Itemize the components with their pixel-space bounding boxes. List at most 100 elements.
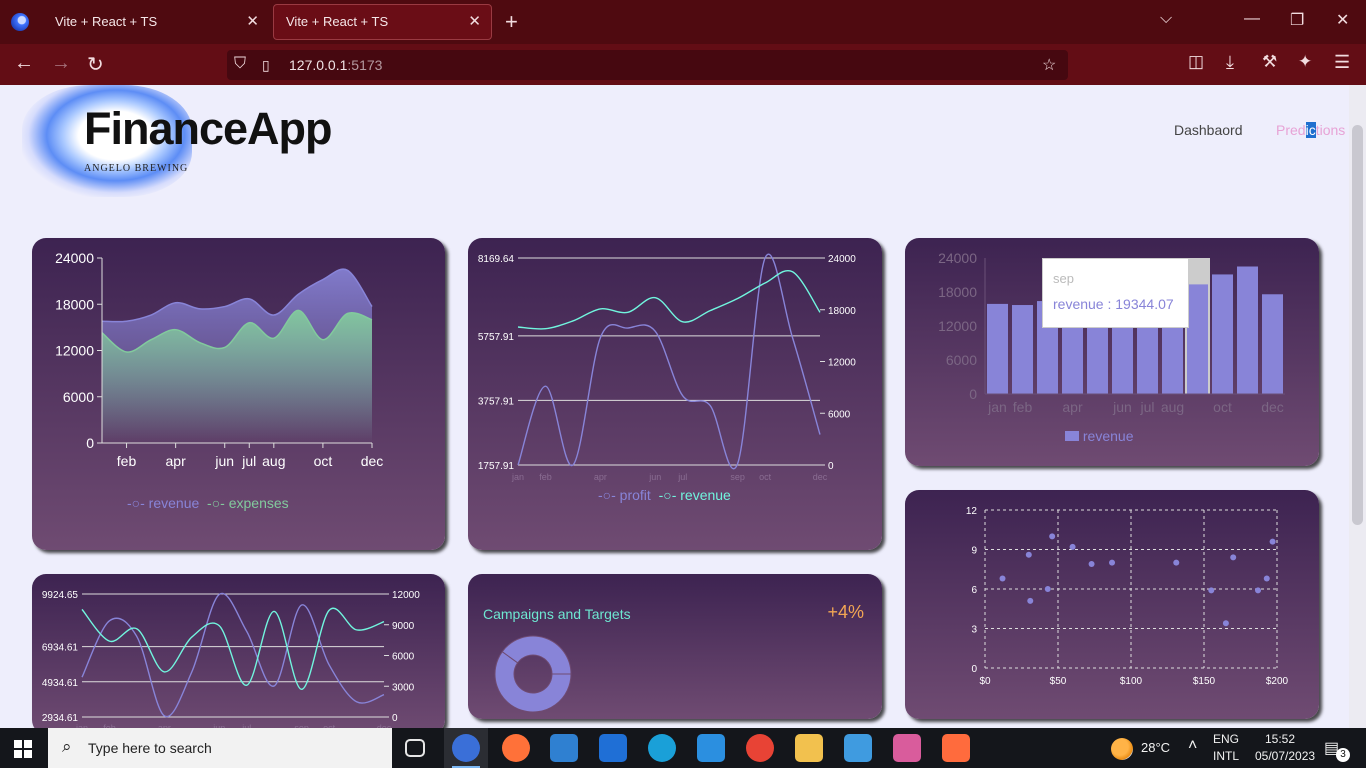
mail-icon[interactable] [550, 734, 578, 762]
y-tick-label: 12 [966, 506, 978, 517]
x-tick-label: $50 [1050, 676, 1067, 687]
extensions-icon[interactable]: ✦ [1298, 52, 1312, 72]
drop-icon[interactable] [942, 734, 970, 762]
left-axis-label: 9924.65 [42, 590, 79, 601]
firefox-icon[interactable] [11, 13, 29, 31]
x-tick-label: $150 [1193, 676, 1216, 687]
x-tick-label: feb [1013, 399, 1033, 415]
scatter-point [1222, 620, 1229, 627]
close-icon[interactable]: ✕ [246, 4, 259, 40]
bookmark-star-icon[interactable]: ☆ [1042, 55, 1056, 75]
search-icon: ⌕ [62, 737, 72, 756]
x-tick-label: dec [813, 472, 828, 482]
chrome-icon[interactable] [746, 734, 774, 762]
windows-taskbar: ⌕ Type here to search 28°C ˄ ENG INTL 15… [0, 728, 1366, 768]
x-tick-label: apr [594, 472, 607, 482]
tab-list-icon[interactable]: ⌵ [1160, 10, 1172, 28]
y-tick-label: 0 [971, 664, 977, 675]
tab-active[interactable]: Vite + React + TS ✕ [273, 4, 492, 40]
url-host: 127.0.0.1 [289, 57, 348, 73]
clock-time[interactable]: 15:52 [1265, 732, 1295, 746]
scatter-point [1230, 554, 1237, 561]
x-tick-label: feb [117, 453, 137, 469]
close-icon[interactable]: ✕ [468, 5, 481, 39]
scatter-point [1049, 533, 1056, 540]
x-tick-label: jun [1112, 399, 1132, 415]
y-tick-label: 24000 [55, 250, 94, 266]
bar [987, 303, 1008, 394]
line-revenue [517, 269, 821, 330]
y-tick-label: 18000 [938, 284, 977, 300]
wrench-icon[interactable]: ⚒ [1262, 52, 1277, 72]
firefox-icon[interactable] [502, 734, 530, 762]
legend-label: revenue [680, 487, 731, 503]
left-axis-label: 6934.61 [42, 643, 79, 654]
task-view-icon[interactable] [405, 739, 425, 757]
url-port: :5173 [347, 57, 383, 73]
language-indicator[interactable]: ENG [1213, 732, 1239, 746]
profit-revenue-card: 1757.91 3757.91 5757.91 8169.64 0 6000 12000 18… [468, 238, 882, 550]
left-axis-label: 3757.91 [478, 396, 515, 407]
minimize-icon[interactable]: — [1244, 10, 1260, 28]
chart-legend: revenue [1065, 428, 1133, 444]
chevron-up-icon[interactable]: ˄ [1188, 737, 1197, 755]
right-axis-label: 12000 [828, 358, 856, 369]
nav-dashboard-link[interactable]: Dashbaord [1174, 122, 1243, 138]
clock-date[interactable]: 05/07/2023 [1255, 749, 1315, 763]
right-axis-label: 18000 [828, 306, 856, 317]
y-tick-label: 0 [969, 386, 977, 402]
page-content: FinanceApp ANGELO BREWING Dashbaord Pred… [0, 85, 1349, 728]
scatter-point [1069, 543, 1076, 550]
git-icon[interactable] [893, 734, 921, 762]
reload-icon[interactable]: ↻ [87, 52, 104, 77]
weather-temp[interactable]: 28°C [1141, 740, 1170, 755]
x-tick-label: $200 [1266, 676, 1289, 687]
vscode-icon[interactable] [697, 734, 725, 762]
y-tick-label: 18000 [55, 296, 94, 312]
right-axis-label: 0 [392, 713, 398, 724]
page-icon: ▯ [262, 57, 270, 73]
new-tab-icon[interactable]: + [505, 9, 518, 35]
x-tick-label: oct [1213, 399, 1232, 415]
pocket-icon[interactable]: ◫ [1188, 52, 1204, 72]
scatter-point [1109, 559, 1116, 566]
download-icon[interactable]: ⤓ [1226, 52, 1234, 73]
y-tick-label: 6000 [946, 352, 977, 368]
x-tick-label: apr [166, 453, 187, 469]
x-tick-label: oct [314, 453, 333, 469]
tab-bar: Vite + React + TS ✕ Vite + React + TS ✕ … [0, 0, 1366, 44]
nav-predictions-text: Pred [1276, 122, 1306, 138]
page-scrollbar[interactable] [1349, 85, 1366, 728]
y-tick-label: 6 [971, 585, 977, 596]
tooltip-category: sep [1053, 271, 1074, 286]
tooltip-value: revenue : 19344.07 [1053, 296, 1174, 312]
firefox-dev-icon[interactable] [452, 734, 480, 762]
scrollbar-thumb[interactable] [1352, 125, 1363, 525]
taskbar-search-box[interactable]: ⌕ Type here to search [48, 728, 392, 768]
url-text[interactable]: 127.0.0.1:5173 [289, 57, 382, 73]
x-tick-label: jul [677, 472, 687, 482]
windows-start-icon[interactable] [14, 740, 32, 758]
url-bar[interactable]: ⛉ ▯ 127.0.0.1:5173 ☆ [227, 50, 1068, 80]
weather-icon[interactable] [1111, 738, 1133, 760]
nav-predictions-link[interactable]: Predictions [1276, 122, 1345, 138]
file-explorer-icon[interactable] [795, 734, 823, 762]
store-icon[interactable] [599, 734, 627, 762]
edge-icon[interactable] [648, 734, 676, 762]
back-icon[interactable]: ← [14, 52, 34, 75]
photos-icon[interactable] [844, 734, 872, 762]
x-tick-label: aug [1161, 399, 1184, 415]
window-close-icon[interactable]: ✕ [1336, 10, 1349, 30]
x-tick-label: oct [759, 472, 772, 482]
forward-icon[interactable]: → [51, 52, 71, 75]
scatter-point [1025, 551, 1032, 558]
legend-profit: -○- profit [598, 487, 651, 503]
chart-legend: -○- profit -○- revenue [598, 487, 731, 503]
bar [1187, 284, 1208, 394]
left-axis-label: 5757.91 [478, 332, 515, 343]
restore-icon[interactable]: ❐ [1290, 10, 1304, 30]
shield-icon[interactable]: ⛉ [234, 55, 246, 73]
tab-inactive[interactable]: Vite + React + TS ✕ [43, 4, 269, 40]
language-layout[interactable]: INTL [1213, 749, 1239, 763]
menu-icon[interactable]: ☰ [1334, 52, 1350, 73]
